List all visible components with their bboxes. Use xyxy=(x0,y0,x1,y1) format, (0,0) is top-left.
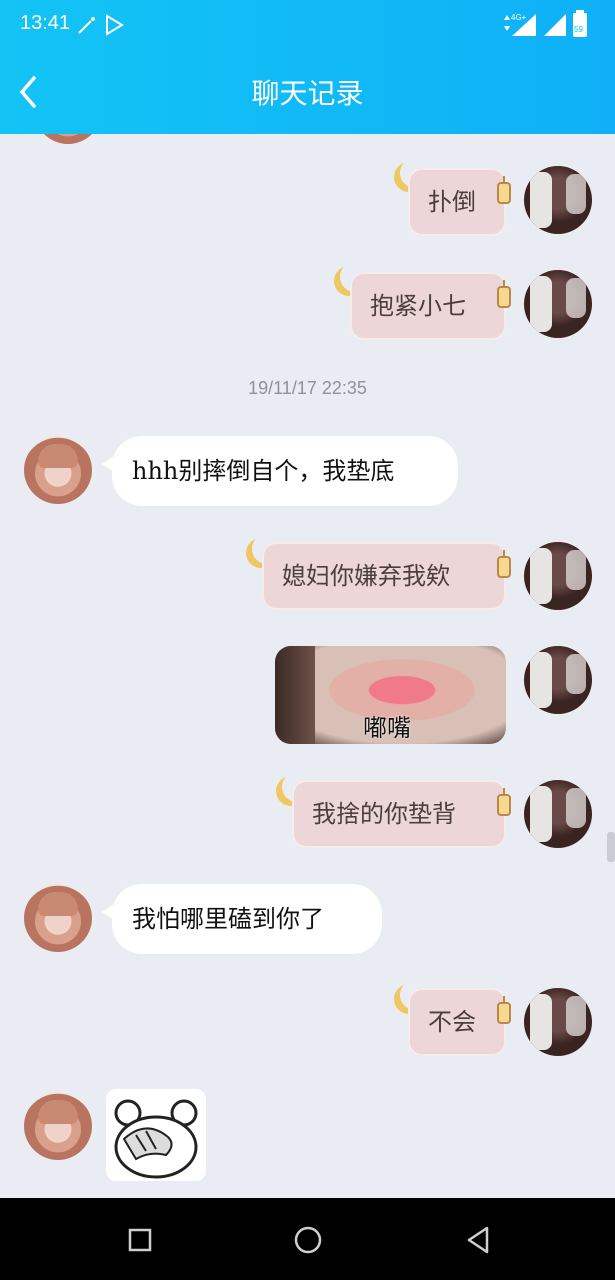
message-bubble[interactable]: 不会 xyxy=(408,988,506,1056)
avatar[interactable] xyxy=(524,780,592,848)
avatar[interactable] xyxy=(524,542,592,610)
svg-text:59: 59 xyxy=(574,25,583,34)
message-bubble[interactable]: 扑倒 xyxy=(408,168,506,236)
signal-icon xyxy=(544,14,566,36)
avatar[interactable] xyxy=(24,1092,92,1160)
app-header: 13:41 4G+ 59 聊天记录 xyxy=(0,0,615,134)
avatar[interactable] xyxy=(524,646,592,714)
lantern-icon xyxy=(497,996,511,1024)
lantern-icon xyxy=(497,788,511,816)
battery-icon: 59 xyxy=(573,10,587,37)
play-store-icon xyxy=(106,14,124,36)
magic-wand-icon xyxy=(78,17,95,34)
avatar[interactable] xyxy=(24,884,92,952)
navigation-bar xyxy=(0,1198,615,1280)
message-timestamp: 19/11/17 22:35 xyxy=(248,378,367,398)
image-message[interactable]: 嘟嘴 xyxy=(275,646,506,744)
message-bubble[interactable]: 我捨的你垫背 xyxy=(292,780,506,848)
sticker-message[interactable] xyxy=(106,1089,206,1181)
status-time: 13:41 xyxy=(20,12,71,34)
home-icon[interactable] xyxy=(286,1218,330,1262)
avatar[interactable] xyxy=(524,988,592,1056)
message-text: hhh别摔倒自个，我垫底 xyxy=(132,457,395,485)
message-text: 抱紧小七 xyxy=(370,292,466,320)
avatar[interactable] xyxy=(34,134,102,144)
lantern-icon xyxy=(497,550,511,578)
recent-apps-icon[interactable] xyxy=(118,1218,162,1262)
scrollbar-thumb[interactable] xyxy=(607,832,615,862)
svg-text:4G+: 4G+ xyxy=(511,13,527,22)
message-text: 不会 xyxy=(428,1008,476,1036)
image-caption: 嘟嘴 xyxy=(363,714,411,742)
chat-history[interactable]: 扑倒 抱紧小七 19/11/17 22:35 hhh别摔倒自个，我垫底 媳妇你嫌… xyxy=(0,134,615,1198)
message-bubble[interactable]: 媳妇你嫌弃我欸 xyxy=(262,542,506,610)
page-title: 聊天记录 xyxy=(251,77,364,110)
message-bubble[interactable]: 抱紧小七 xyxy=(350,272,506,340)
status-bar: 13:41 4G+ 59 xyxy=(0,0,615,50)
message-text: 媳妇你嫌弃我欸 xyxy=(282,562,450,590)
message-text: 我捨的你垫背 xyxy=(312,800,456,828)
message-bubble[interactable]: hhh别摔倒自个，我垫底 xyxy=(112,436,458,506)
avatar[interactable] xyxy=(524,166,592,234)
avatar[interactable] xyxy=(24,436,92,504)
signal-4g-icon: 4G+ xyxy=(504,13,536,36)
message-bubble[interactable]: 我怕哪里磕到你了 xyxy=(112,884,382,954)
avatar[interactable] xyxy=(524,270,592,338)
bear-facepalm-sticker xyxy=(114,1099,198,1179)
back-nav-icon[interactable] xyxy=(456,1218,500,1262)
lantern-icon xyxy=(497,280,511,308)
message-text: 我怕哪里磕到你了 xyxy=(132,905,324,933)
lantern-icon xyxy=(497,176,511,204)
message-text: 扑倒 xyxy=(428,188,476,216)
